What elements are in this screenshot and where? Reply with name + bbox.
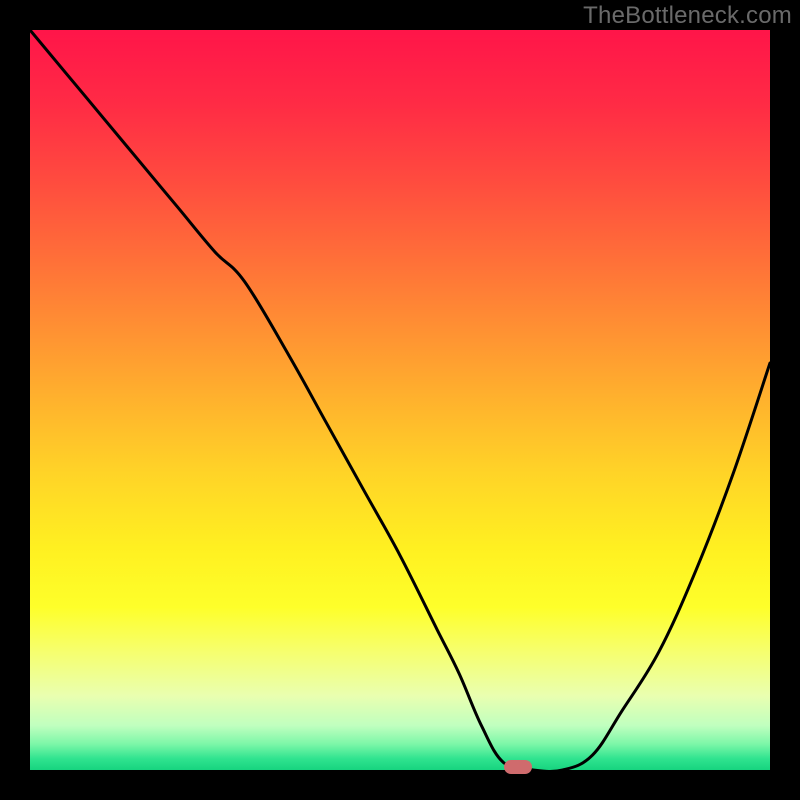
bottleneck-curve — [30, 30, 770, 770]
watermark-text: TheBottleneck.com — [583, 2, 792, 30]
plot-area — [30, 30, 770, 770]
chart-frame: TheBottleneck.com — [0, 0, 800, 800]
optimum-marker — [504, 760, 532, 774]
